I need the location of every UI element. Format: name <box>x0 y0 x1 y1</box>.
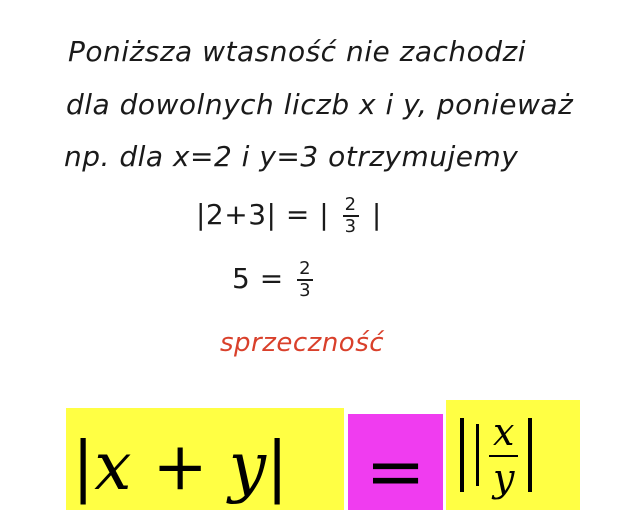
plus-sign: + <box>131 428 229 505</box>
fraction-denominator: y <box>492 456 515 500</box>
handwritten-note: Poniższa wtasność nie zachodzi dla dowol… <box>0 0 622 380</box>
equation-result: 5 = 2 3 <box>232 260 317 300</box>
fraction-numerator: x <box>489 413 519 457</box>
formula-right-highlight: x y <box>446 400 580 510</box>
abs-bar-left <box>460 418 464 492</box>
abs-bar-inner <box>476 424 479 486</box>
highlighted-formula: |x + y| = x y <box>66 400 580 513</box>
equation-substitution-fraction: 2 3 <box>342 194 359 237</box>
abs-bar-right <box>528 418 533 492</box>
formula-fraction: x y <box>489 413 519 500</box>
formula-right-side: x y <box>454 400 538 510</box>
fraction-denominator: 3 <box>344 216 357 237</box>
fraction-numerator: 2 <box>342 194 359 217</box>
equation-substitution: |2+3| = | 2 3 | <box>196 196 382 236</box>
note-line-1: Poniższa wtasność nie zachodzi <box>68 35 526 68</box>
equals-sign: = <box>365 429 426 513</box>
formula-left-side: |x + y| <box>72 422 288 512</box>
variable-y: y <box>228 428 267 505</box>
formula-left-highlight: |x + y| <box>66 408 344 510</box>
abs-bar-open: | <box>72 428 95 505</box>
fraction-numerator: 2 <box>297 258 314 281</box>
variable-x: x <box>94 428 132 505</box>
abs-bar-close: | <box>266 428 289 505</box>
note-line-2: dla dowolnych liczb x i y, ponieważ <box>66 88 574 121</box>
equation-result-left: 5 = <box>232 262 284 295</box>
fraction-denominator: 3 <box>299 280 312 301</box>
contradiction-label: sprzeczność <box>220 328 385 358</box>
equation-substitution-left: |2+3| = | <box>196 198 330 231</box>
equation-substitution-right: | <box>371 198 382 231</box>
formula-equals-highlight: = <box>348 414 443 513</box>
equation-result-fraction: 2 3 <box>297 258 314 301</box>
note-line-3: np. dla x=2 i y=3 otrzymujemy <box>64 140 519 173</box>
